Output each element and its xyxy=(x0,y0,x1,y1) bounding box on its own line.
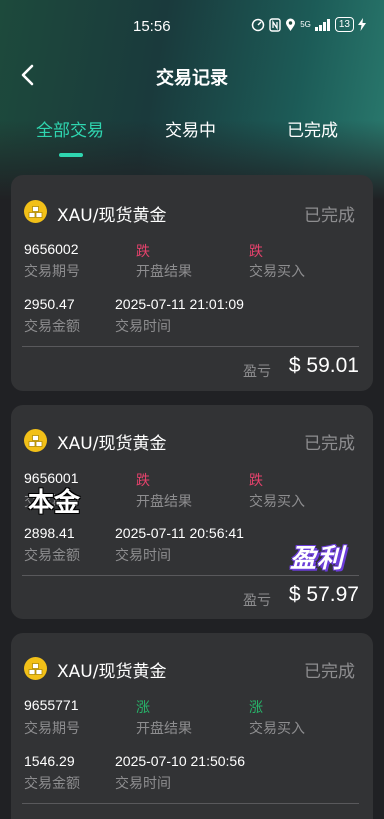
record-title: XAU/现货黄金 xyxy=(57,434,167,454)
speed-icon xyxy=(251,18,265,31)
buy-label: 交易买入 xyxy=(249,494,305,510)
gold-coin-icon xyxy=(24,657,47,680)
tab-indicator xyxy=(59,153,83,157)
status-bar: 15:56 5G 13 xyxy=(0,0,384,50)
pl-value: $ 57.97 xyxy=(288,583,359,606)
record-title: XAU/现货黄金 xyxy=(57,662,167,682)
tab-all[interactable]: 全部交易 xyxy=(36,116,104,141)
gold-coin-icon xyxy=(24,200,47,223)
result-label: 开盘结果 xyxy=(136,264,192,280)
buy-label: 交易买入 xyxy=(249,264,305,280)
record-card[interactable]: XAU/现货黄金 已完成 9656002 交易期号 跌 开盘结果 跌 交易买入 … xyxy=(11,175,373,391)
record-card[interactable]: XAU/现货黄金 已完成 9655771 交易期号 涨 开盘结果 涨 交易买入 … xyxy=(11,633,373,819)
profit-annotation: 盈利 xyxy=(290,544,345,574)
record-status: 已完成 xyxy=(304,206,355,226)
result-value: 跌 xyxy=(136,243,150,259)
divider xyxy=(22,575,359,576)
period-value: 9655771 xyxy=(24,697,79,713)
time-value: 2025-07-10 21:50:56 xyxy=(115,753,245,769)
tab-bar: 全部交易 交易中 已完成 xyxy=(0,112,384,160)
amount-value: 1546.29 xyxy=(24,753,75,769)
status-icons: 5G 13 xyxy=(251,17,366,32)
charging-icon xyxy=(358,18,366,31)
page-title: 交易记录 xyxy=(156,68,228,89)
tab-in-progress[interactable]: 交易中 xyxy=(165,116,216,141)
gold-coin-icon xyxy=(24,429,47,452)
time-value: 2025-07-11 20:56:41 xyxy=(115,525,244,541)
divider xyxy=(22,803,359,804)
time-label: 交易时间 xyxy=(115,776,171,792)
amount-label: 交易金额 xyxy=(24,548,80,564)
pl-value: $ 59.01 xyxy=(288,354,359,377)
period-label: 交易期号 xyxy=(24,264,80,280)
signal-icon xyxy=(314,18,330,31)
result-value: 跌 xyxy=(136,472,150,488)
nav-bar: 交易记录 xyxy=(0,50,384,100)
buy-value: 涨 xyxy=(249,699,263,715)
pl-label: 盈亏 xyxy=(243,364,271,380)
result-label: 开盘结果 xyxy=(136,494,192,510)
tab-completed[interactable]: 已完成 xyxy=(287,116,338,141)
time-value: 2025-07-11 21:01:09 xyxy=(115,296,244,312)
record-status: 已完成 xyxy=(304,662,355,682)
nfc-icon xyxy=(269,17,281,32)
time-label: 交易时间 xyxy=(115,548,171,564)
principal-annotation: 本金 xyxy=(28,488,81,518)
amount-label: 交易金额 xyxy=(24,319,80,335)
amount-label: 交易金额 xyxy=(24,776,80,792)
time-label: 交易时间 xyxy=(115,319,171,335)
amount-value: 2950.47 xyxy=(24,296,75,312)
buy-value: 跌 xyxy=(249,243,263,259)
amount-value: 2898.41 xyxy=(24,525,75,541)
pl-label: 盈亏 xyxy=(243,593,271,609)
buy-value: 跌 xyxy=(249,472,263,488)
record-title: XAU/现货黄金 xyxy=(57,206,167,226)
network-label: 5G xyxy=(300,19,311,29)
period-label: 交易期号 xyxy=(24,721,80,737)
location-icon xyxy=(286,18,296,31)
status-time: 15:56 xyxy=(133,18,171,35)
divider xyxy=(22,346,359,347)
record-status: 已完成 xyxy=(304,434,355,454)
period-value: 9656002 xyxy=(24,241,79,257)
result-value: 涨 xyxy=(136,699,150,715)
buy-label: 交易买入 xyxy=(249,721,305,737)
result-label: 开盘结果 xyxy=(136,721,192,737)
battery-icon: 13 xyxy=(334,17,354,32)
